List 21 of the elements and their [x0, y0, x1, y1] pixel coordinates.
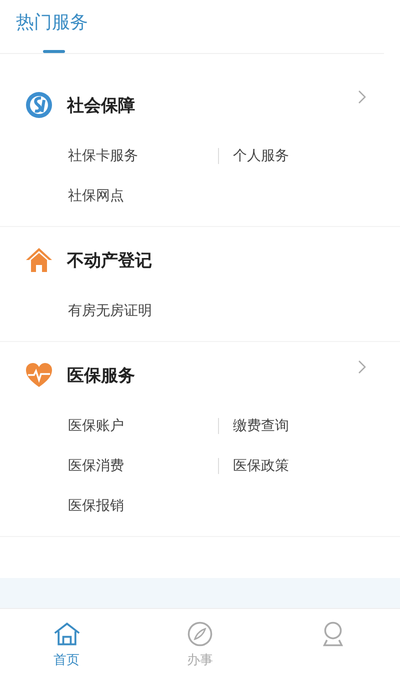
service-link[interactable]: 医保报销 — [68, 486, 124, 526]
service-link[interactable]: 社保卡服务 — [68, 136, 138, 176]
service-link[interactable]: 社保网点 — [68, 176, 124, 216]
home-icon — [52, 621, 81, 647]
chevron-right-icon[interactable] — [358, 360, 366, 374]
service-link[interactable]: 医保政策 — [218, 458, 289, 474]
service-link[interactable]: 医保消费 — [68, 446, 124, 486]
service-link[interactable]: 缴费查询 — [218, 418, 289, 434]
category-title: 不动产登记 — [67, 250, 153, 272]
compass-icon — [186, 621, 214, 647]
service-link[interactable]: 医保账户 — [68, 406, 124, 446]
section-title: 热门服务 — [16, 11, 89, 35]
category-title: 社会保障 — [67, 94, 136, 116]
title-underline — [43, 50, 65, 53]
house-icon — [25, 246, 53, 274]
chevron-right-icon[interactable] — [358, 90, 366, 104]
service-link[interactable]: 个人服务 — [218, 148, 289, 164]
service-link[interactable]: 有房无房证明 — [68, 291, 152, 331]
heart-pulse-icon — [25, 361, 53, 389]
category-title: 医保服务 — [67, 364, 136, 386]
logo-icon — [25, 91, 53, 119]
